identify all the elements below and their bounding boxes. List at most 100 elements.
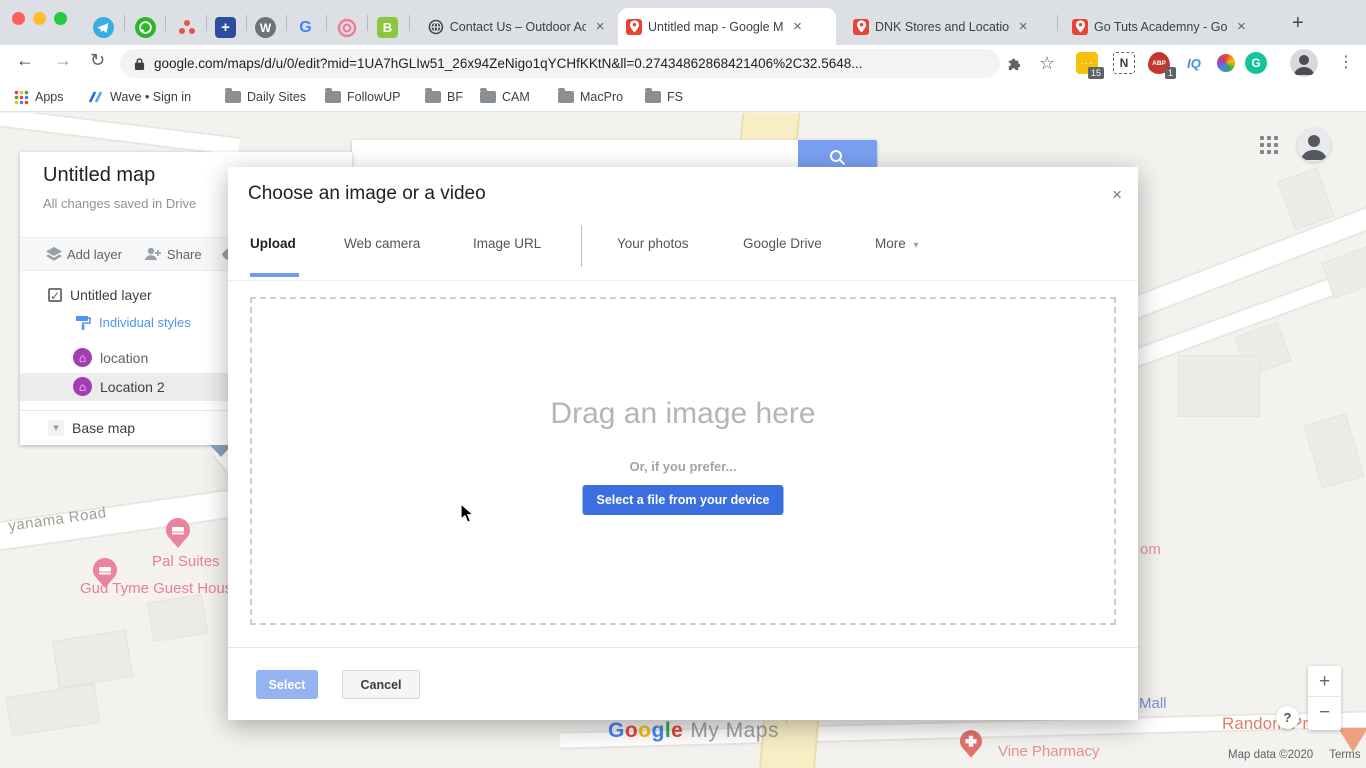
back-button[interactable]: ← — [16, 50, 34, 71]
zoom-control: + − — [1308, 666, 1341, 730]
building — [51, 629, 134, 689]
poi-label-mall[interactable]: Mall — [1139, 695, 1167, 712]
tab-close-icon[interactable]: × — [789, 18, 805, 35]
divider — [124, 15, 125, 31]
hotel-pin-icon[interactable] — [166, 518, 190, 548]
green-b-icon: B — [382, 20, 393, 35]
dialog-close-icon[interactable]: × — [1112, 185, 1122, 205]
choose-image-dialog: Choose an image or a video × Upload Web … — [228, 167, 1138, 720]
active-tab-underline — [250, 273, 299, 277]
poi-label-gud-tyme[interactable]: Gud Tyme Guest Hous — [80, 580, 232, 597]
cancel-button[interactable]: Cancel — [342, 670, 420, 699]
forward-button[interactable]: → — [54, 50, 72, 71]
extension-adblock-icon[interactable]: ABP 1 — [1148, 52, 1176, 79]
extension-notes-icon[interactable]: ··· 15 — [1076, 52, 1104, 79]
divider — [206, 15, 207, 31]
dialog-title: Choose an image or a video — [248, 183, 486, 204]
layer-row[interactable]: ✓ Untitled layer — [48, 287, 152, 303]
bookmark-folder-cam[interactable]: CAM — [480, 87, 530, 107]
window-zoom-button[interactable] — [54, 12, 67, 25]
bookmark-folder-fs[interactable]: FS — [645, 87, 683, 107]
caret-down-icon: ▾ — [913, 240, 919, 251]
base-map-row[interactable]: ▾ Base map — [48, 420, 135, 436]
image-dropzone[interactable]: Drag an image here Or, if you prefer... … — [250, 297, 1116, 625]
divider — [326, 15, 327, 31]
extension-nimbus-icon[interactable]: N — [1113, 52, 1135, 74]
reload-button[interactable]: ↻ — [90, 50, 105, 71]
person-add-icon — [144, 247, 161, 260]
browser-window: + W G B Contact Us – Outdoor Ac × Untitl… — [0, 0, 1366, 768]
tab-close-icon[interactable]: × — [592, 18, 608, 35]
layer-item-location[interactable]: ⌂ location — [73, 348, 148, 367]
extension-badge: 15 — [1087, 67, 1104, 79]
tab-title: DNK Stores and Locatio — [875, 19, 1010, 34]
address-bar[interactable]: google.com/maps/d/u/0/edit?mid=1UA7hGLIw… — [120, 49, 1000, 78]
add-layer-button[interactable]: Add layer — [46, 247, 122, 262]
bookmark-folder-bf[interactable]: BF — [425, 87, 463, 107]
extension-colorwheel-icon[interactable] — [1215, 52, 1237, 74]
zoom-out-button[interactable]: − — [1308, 697, 1341, 728]
bookmark-folder-macpro[interactable]: MacPro — [558, 87, 623, 107]
window-close-button[interactable] — [12, 12, 25, 25]
whatsapp-icon — [135, 17, 156, 38]
poi-label-vine-pharmacy[interactable]: Vine Pharmacy — [998, 743, 1099, 760]
map-canvas[interactable]: ↑ yanama Road Pal Suites Gud Tyme Guest … — [0, 113, 1366, 768]
zoom-in-button[interactable]: + — [1308, 666, 1341, 697]
building — [1303, 413, 1365, 489]
tab-untitled-map[interactable]: Untitled map - Google M × — [618, 8, 836, 45]
pinned-tab-dots[interactable] — [176, 17, 197, 38]
select-file-button[interactable]: Select a file from your device — [582, 485, 784, 515]
pinned-tab-google[interactable]: G — [295, 17, 316, 38]
pinned-tab-spiral[interactable] — [336, 17, 357, 38]
bookmarks-bar: Apps Wave • Sign in Daily Sites FollowUP… — [0, 82, 1366, 112]
profile-avatar[interactable] — [1290, 49, 1318, 77]
dialog-tab-more[interactable]: More ▾ — [875, 236, 919, 251]
pinned-tab-blue[interactable]: + — [215, 17, 236, 38]
extension-iq-icon[interactable]: IQ — [1183, 52, 1205, 74]
pinned-tab-whatsapp[interactable] — [135, 17, 156, 38]
dialog-tab-google-drive[interactable]: Google Drive — [743, 236, 822, 251]
account-avatar[interactable] — [1297, 128, 1331, 162]
tab-close-icon[interactable]: × — [1233, 18, 1249, 35]
poi-label-pal-suites[interactable]: Pal Suites — [152, 553, 220, 570]
pharmacy-pin-icon[interactable] — [960, 730, 982, 758]
apps-grid-icon[interactable] — [1260, 136, 1280, 156]
extensions-puzzle-icon[interactable] — [1002, 52, 1024, 74]
pinned-tab-wordpress[interactable]: W — [255, 17, 276, 38]
tab-dnk-stores[interactable]: DNK Stores and Locatio × — [845, 8, 1051, 45]
layer-checkbox[interactable]: ✓ — [48, 288, 62, 303]
map-title[interactable]: Untitled map — [43, 164, 155, 187]
folder-icon — [225, 88, 241, 103]
folder-icon — [325, 88, 341, 103]
dialog-tab-upload[interactable]: Upload — [250, 236, 296, 251]
spiral-icon — [337, 18, 356, 37]
window-minimize-button[interactable] — [33, 12, 46, 25]
individual-styles-link[interactable]: Individual styles — [75, 315, 191, 330]
bookmark-star-icon[interactable]: ☆ — [1036, 52, 1058, 74]
pinned-tab-telegram[interactable] — [93, 17, 114, 38]
pinned-tab-green-b[interactable]: B — [377, 17, 398, 38]
new-tab-button[interactable]: + — [1292, 12, 1304, 35]
extension-grammarly-icon[interactable]: G — [1245, 52, 1267, 74]
divider — [246, 15, 247, 31]
bookmark-wave[interactable]: Wave • Sign in — [88, 87, 191, 107]
share-button[interactable]: Share — [144, 247, 202, 262]
bookmark-folder-followup[interactable]: FollowUP — [325, 87, 401, 107]
bookmark-apps[interactable]: Apps — [14, 87, 64, 107]
collapse-caret-icon[interactable]: ▾ — [48, 420, 64, 436]
building — [5, 683, 101, 737]
layer-item-location2[interactable]: ⌂ Location 2 — [73, 377, 165, 396]
tab-strip: + W G B Contact Us – Outdoor Ac × Untitl… — [0, 0, 1366, 45]
tab-contact-us[interactable]: Contact Us – Outdoor Ac × — [420, 8, 616, 45]
tab-go-tuts[interactable]: Go Tuts Academny - Go × — [1064, 8, 1268, 45]
terms-link[interactable]: Terms — [1329, 749, 1360, 761]
map-pin-icon — [853, 18, 869, 35]
bookmark-folder-daily-sites[interactable]: Daily Sites — [225, 87, 306, 107]
tab-close-icon[interactable]: × — [1015, 18, 1031, 35]
dialog-tab-image-url[interactable]: Image URL — [473, 236, 541, 251]
help-button[interactable]: ? — [1276, 706, 1299, 729]
browser-menu-icon[interactable]: ⋮ — [1338, 52, 1354, 72]
dialog-tab-your-photos[interactable]: Your photos — [617, 236, 689, 251]
dialog-tab-web-camera[interactable]: Web camera — [344, 236, 420, 251]
select-button[interactable]: Select — [256, 670, 318, 699]
